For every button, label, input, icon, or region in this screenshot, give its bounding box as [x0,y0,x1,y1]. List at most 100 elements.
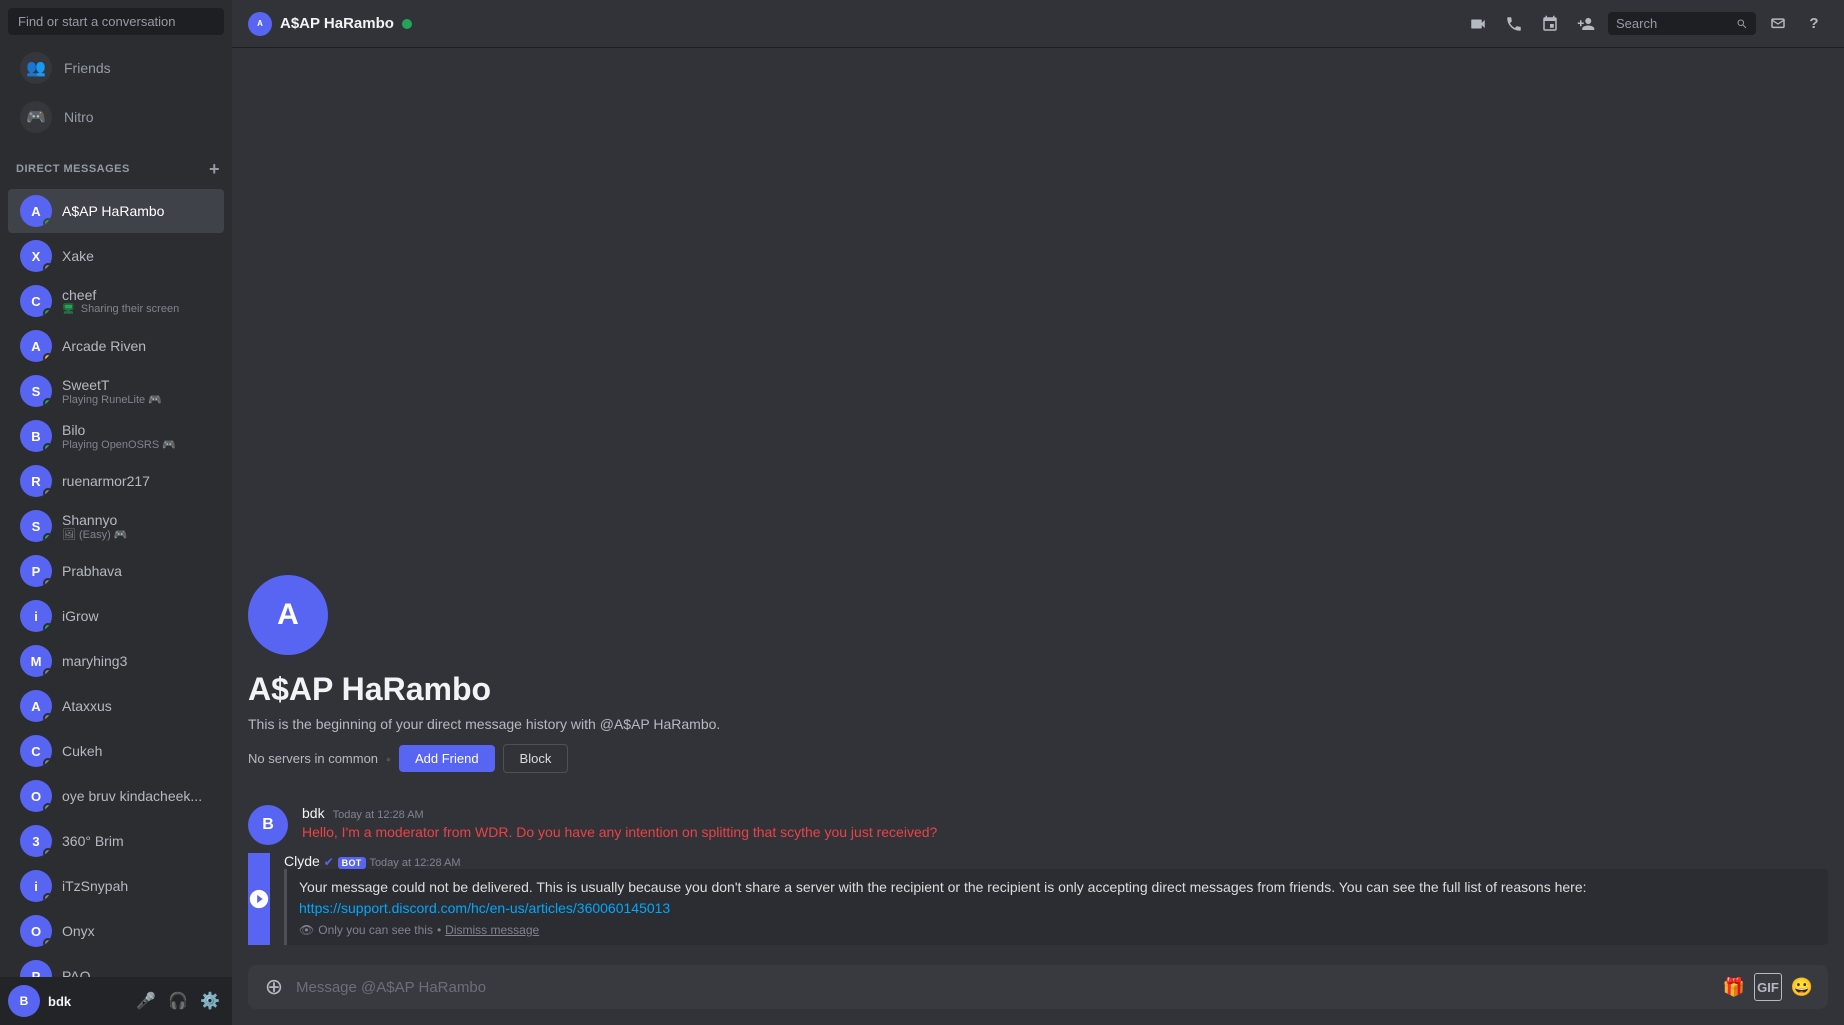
search-input[interactable] [1616,12,1730,35]
clyde-link[interactable]: https://support.discord.com/hc/en-us/art… [299,900,670,916]
no-servers-label: No servers in common [248,751,378,766]
status-dot [43,308,52,317]
status-dot [43,353,52,362]
dm-info: cheef 🖥 Sharing their screen [62,287,179,315]
dm-item-360-brim[interactable]: 3 360° Brim [8,819,224,863]
clyde-footer: 👁 Only you can see this • Dismiss messag… [299,923,1816,937]
sidebar-item-friends[interactable]: 👥 Friends [8,44,224,92]
clyde-body: Your message could not be delivered. Thi… [284,869,1828,945]
dm-info: PAO [62,968,91,977]
dm-item-itzsnypah[interactable]: i iTzSnypah [8,864,224,908]
find-conversation-input[interactable] [8,8,224,35]
dm-info: oye bruv kindacheek... [62,788,202,804]
call-button[interactable] [1500,10,1528,38]
footer-separator: • [437,923,441,937]
input-actions: 🎁 GIF 😀 [1720,973,1816,1001]
dm-info: Ataxxus [62,698,112,714]
avatar: B [20,420,52,452]
dm-item-cukeh[interactable]: C Cukeh [8,729,224,773]
avatar: P [20,555,52,587]
footer-text: Only you can see this [318,923,433,937]
dm-sub: 🖥 Sharing their screen [62,303,179,315]
status-dot [43,218,52,227]
dismiss-message-link[interactable]: Dismiss message [445,923,539,937]
status-dot [43,623,52,632]
clyde-avatar [248,853,270,945]
pin-button[interactable] [1536,10,1564,38]
add-friend-top-button[interactable] [1572,10,1600,38]
dm-name: Arcade Riven [62,338,146,354]
help-button[interactable]: ? [1800,10,1828,38]
status-dot [43,398,52,407]
dm-name: Bilo [62,422,176,438]
search-box [1608,12,1756,35]
dm-info: A$AP HaRambo [62,203,164,219]
dm-name: iGrow [62,608,99,624]
message-timestamp: Today at 12:28 AM [333,809,424,821]
dm-name: Ataxxus [62,698,112,714]
settings-button[interactable]: ⚙️ [196,987,224,1015]
dm-info: Shannyo 🖼 (Easy) 🎮 [62,512,128,541]
chat-start: A A$AP HaRambo This is the beginning of … [232,575,1844,801]
status-dot [43,533,52,542]
new-dm-button[interactable]: + [205,158,224,180]
channel-avatar: A [248,12,272,36]
dm-item-cheef[interactable]: C cheef 🖥 Sharing their screen [8,279,224,323]
status-dot [43,263,52,272]
dm-item-xake[interactable]: X Xake [8,234,224,278]
inbox-button[interactable] [1764,10,1792,38]
dm-item-sweett[interactable]: S SweetT Playing RuneLite 🎮 [8,369,224,413]
dm-item-arcade-riven[interactable]: A Arcade Riven [8,324,224,368]
dm-item-pao[interactable]: P PAO [8,954,224,977]
dm-item-ataxxus[interactable]: A Ataxxus [8,684,224,728]
sidebar-item-nitro[interactable]: 🎮 Nitro [8,93,224,141]
gift-button[interactable]: 🎁 [1720,973,1748,1001]
dm-item-onyx[interactable]: O Onyx [8,909,224,953]
deafen-button[interactable]: 🎧 [164,987,192,1015]
avatar: A [20,690,52,722]
dm-description: This is the beginning of your direct mes… [248,716,1828,732]
clyde-content: Clyde ✔ BOT Today at 12:28 AM Your messa… [284,853,1828,945]
dm-item-oye-bruv[interactable]: O oye bruv kindacheek... [8,774,224,818]
bot-badge: BOT [338,857,366,869]
message-header: bdk Today at 12:28 AM [302,805,1828,821]
dm-name: 360° Brim [62,833,124,849]
status-dot [43,893,52,902]
dm-item-igrow[interactable]: i iGrow [8,594,224,638]
nitro-icon: 🎮 [20,101,52,133]
separator: • [386,751,391,767]
sidebar: 👥 Friends 🎮 Nitro Direct Messages + A A$… [0,0,232,1025]
video-call-button[interactable] [1464,10,1492,38]
dm-item-asap-harambo[interactable]: A A$AP HaRambo [8,189,224,233]
clyde-main-text: Your message could not be delivered. Thi… [299,877,1816,919]
message-text: Hello, I'm a moderator from WDR. Do you … [302,823,1828,843]
dm-item-ruenarmor217[interactable]: R ruenarmor217 [8,459,224,503]
attach-button[interactable]: ⊕ [260,973,288,1001]
online-indicator [402,19,412,29]
dm-item-bilo[interactable]: B Bilo Playing OpenOSRS 🎮 [8,414,224,458]
dm-header: Direct Messages + [0,142,232,184]
dm-item-shannyo[interactable]: S Shannyo 🖼 (Easy) 🎮 [8,504,224,548]
desc-username: @A$AP HaRambo [600,716,717,732]
channel-name-label: A$AP HaRambo [280,15,394,32]
message-group: B bdk Today at 12:28 AM Hello, I'm a mod… [248,801,1828,849]
dm-name: ruenarmor217 [62,473,150,489]
block-button[interactable]: Block [503,744,569,773]
dm-name: Cukeh [62,743,102,759]
dm-item-prabhava[interactable]: P Prabhava [8,549,224,593]
gif-button[interactable]: GIF [1754,973,1782,1001]
help-icon: ? [1809,15,1818,32]
dm-item-maryhing3[interactable]: M maryhing3 [8,639,224,683]
dm-info: Bilo Playing OpenOSRS 🎮 [62,422,176,451]
clyde-username: Clyde [284,853,320,869]
add-friend-button[interactable]: Add Friend [399,745,495,772]
avatar: O [20,915,52,947]
dm-info: iGrow [62,608,99,624]
message-input[interactable] [296,969,1712,1006]
mute-button[interactable]: 🎤 [132,987,160,1015]
message-username: bdk [302,805,325,821]
message-content: bdk Today at 12:28 AM Hello, I'm a moder… [302,805,1828,845]
dm-name: maryhing3 [62,653,127,669]
emoji-button[interactable]: 😀 [1788,973,1816,1001]
dm-name: Prabhava [62,563,122,579]
